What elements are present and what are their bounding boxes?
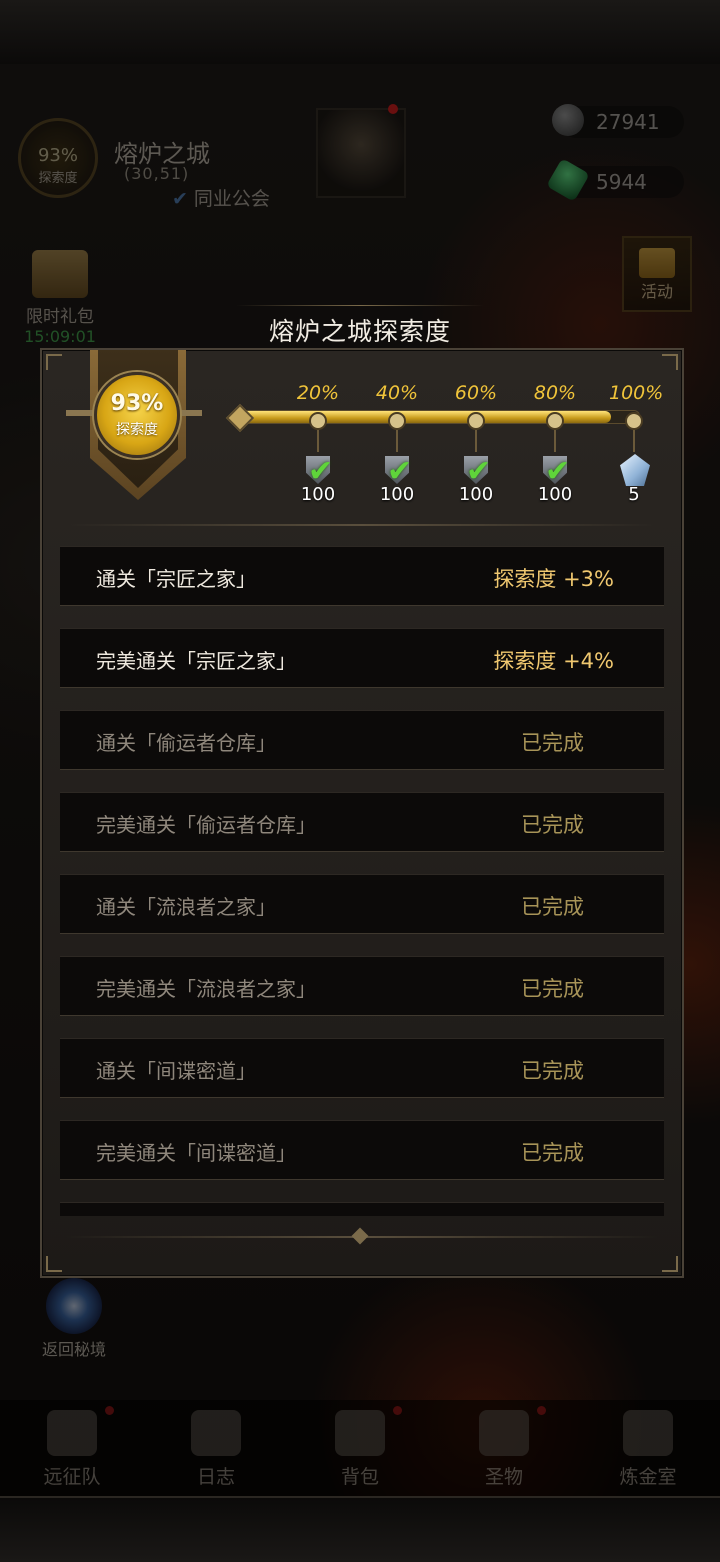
task-name: 通关「间谍密道」 [96, 1059, 256, 1083]
corner-ornament [46, 354, 62, 370]
task-name: 完美通关「流浪者之家」 [96, 977, 316, 1001]
milestone-stem [475, 430, 477, 452]
task-reward: 探索度 +4% [493, 649, 614, 673]
divider-gem [351, 1227, 369, 1245]
task-name: 完美通关「偷运者仓库」 [96, 813, 316, 837]
task-row-partial[interactable] [60, 1202, 664, 1216]
milestone-pct: 60% [454, 382, 498, 404]
milestone-4[interactable]: 80% ✔ 100 [530, 382, 580, 505]
track-start-diamond [225, 403, 255, 433]
milestone-reward: ✔ [456, 452, 496, 492]
task-row[interactable]: 通关「宗匠之家」 探索度 +3% [60, 546, 664, 606]
checkmark-icon: ✔ [466, 454, 492, 489]
corner-ornament [662, 1256, 678, 1272]
task-row[interactable]: 完美通关「间谍密道」 已完成 [60, 1120, 664, 1180]
crystal-icon [620, 454, 650, 486]
milestone-3[interactable]: 60% ✔ 100 [451, 382, 501, 505]
checkmark-icon: ✔ [387, 454, 413, 489]
milestone-pct: 20% [296, 382, 340, 404]
milestone-stem [317, 430, 319, 452]
milestone-knob [388, 412, 406, 430]
milestone-pct: 40% [375, 382, 419, 404]
checkmark-icon: ✔ [545, 454, 571, 489]
task-reward: 已完成 [521, 895, 584, 919]
milestone-knob [625, 412, 643, 430]
corner-ornament [46, 1256, 62, 1272]
task-reward: 已完成 [521, 1141, 584, 1165]
milestone-pct: 100% [609, 382, 664, 404]
section-divider [66, 524, 658, 526]
milestone-reward: ✔ [377, 452, 417, 492]
task-row[interactable]: 通关「流浪者之家」 已完成 [60, 874, 664, 934]
milestone-stem [554, 430, 556, 452]
task-name: 完美通关「间谍密道」 [96, 1141, 296, 1165]
milestone-5[interactable]: 100% 5 [609, 382, 664, 505]
task-reward: 探索度 +3% [493, 567, 614, 591]
task-row[interactable]: 完美通关「流浪者之家」 已完成 [60, 956, 664, 1016]
milestone-pct: 80% [533, 382, 577, 404]
milestone-reward: ✔ [535, 452, 575, 492]
milestone-knob [309, 412, 327, 430]
task-list[interactable]: 通关「宗匠之家」 探索度 +3% 完美通关「宗匠之家」 探索度 +4% 通关「偷运者仓库… [60, 546, 664, 1216]
task-row[interactable]: 通关「偷运者仓库」 已完成 [60, 710, 664, 770]
task-reward: 已完成 [521, 813, 584, 837]
title-divider [236, 305, 484, 306]
corner-ornament [662, 354, 678, 370]
top-frame [0, 0, 720, 66]
milestone-2[interactable]: 40% ✔ 100 [372, 382, 422, 505]
milestone-knob [546, 412, 564, 430]
task-reward: 已完成 [521, 1059, 584, 1083]
milestone-knob [467, 412, 485, 430]
task-row[interactable]: 通关「间谍密道」 已完成 [60, 1038, 664, 1098]
task-row[interactable]: 完美通关「偷运者仓库」 已完成 [60, 792, 664, 852]
milestone-reward [614, 452, 654, 492]
modal-title: 熔炉之城探索度 [268, 317, 451, 346]
milestone-1[interactable]: 20% ✔ 100 [293, 382, 343, 505]
task-name: 完美通关「宗匠之家」 [96, 649, 296, 673]
task-reward: 已完成 [521, 977, 584, 1001]
checkmark-icon: ✔ [308, 454, 334, 489]
exploration-pct: 93% [110, 391, 164, 416]
milestone-reward: ✔ [298, 452, 338, 492]
task-row[interactable]: 完美通关「宗匠之家」 探索度 +4% [60, 628, 664, 688]
exploration-badge: 93% 探索度 [94, 372, 180, 458]
task-name: 通关「宗匠之家」 [96, 567, 256, 591]
milestone-stem [633, 430, 635, 452]
task-name: 通关「偷运者仓库」 [96, 731, 276, 755]
exploration-modal: 93% 探索度 20% ✔ 100 40% ✔ 100 60% ✔ 100 80% ✔ 100 100%… [40, 348, 684, 1278]
bottom-frame [0, 1496, 720, 1562]
task-name: 通关「流浪者之家」 [96, 895, 276, 919]
exploration-label: 探索度 [116, 422, 158, 438]
milestone-stem [396, 430, 398, 452]
task-reward: 已完成 [521, 731, 584, 755]
